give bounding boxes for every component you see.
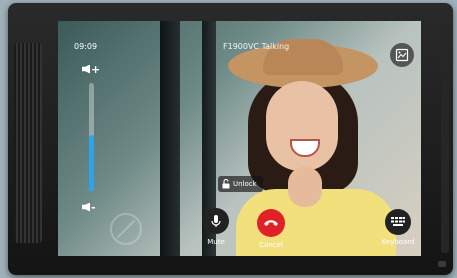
volume-down-button[interactable]: - bbox=[82, 199, 106, 215]
call-status: F1900VC Talking bbox=[223, 42, 290, 51]
volume-down-label: - bbox=[91, 200, 96, 214]
volume-control: + - bbox=[80, 59, 110, 219]
clock-time: 09:09 bbox=[74, 42, 98, 51]
no-entry-icon bbox=[110, 213, 142, 245]
volume-up-label: + bbox=[91, 62, 101, 76]
volume-up-icon bbox=[82, 64, 90, 74]
intercom-device: 09:09 F1900VC Talking + - Unlock Mute Ca… bbox=[8, 3, 453, 275]
volume-slider[interactable] bbox=[89, 83, 94, 191]
mute-label: Mute bbox=[207, 238, 225, 246]
snapshot-icon bbox=[395, 48, 409, 62]
keyboard-button[interactable] bbox=[385, 209, 411, 235]
unlock-icon bbox=[222, 179, 230, 189]
unlock-button[interactable]: Unlock bbox=[218, 176, 263, 192]
door-frame bbox=[160, 21, 180, 256]
volume-up-button[interactable]: + bbox=[82, 61, 106, 77]
cancel-call-button[interactable] bbox=[257, 209, 285, 237]
caller-hand bbox=[288, 167, 322, 207]
side-strip bbox=[441, 25, 449, 253]
snapshot-button[interactable] bbox=[390, 43, 414, 67]
keypad-icon bbox=[391, 217, 405, 226]
hangup-icon bbox=[264, 220, 278, 226]
speaker-grille bbox=[14, 43, 42, 243]
volume-slider-fill bbox=[89, 134, 94, 191]
cancel-label: Cancel bbox=[259, 241, 283, 249]
caller-video bbox=[208, 39, 398, 256]
volume-down-icon bbox=[82, 202, 90, 212]
keyboard-label: Keyboard bbox=[381, 238, 415, 246]
mute-button[interactable] bbox=[203, 208, 229, 234]
video-screen: 09:09 F1900VC Talking + - Unlock Mute Ca… bbox=[58, 21, 421, 256]
unlock-label: Unlock bbox=[233, 180, 257, 188]
microphone-icon bbox=[211, 215, 221, 227]
bottom-connector bbox=[438, 261, 446, 267]
caller-face bbox=[266, 81, 338, 171]
